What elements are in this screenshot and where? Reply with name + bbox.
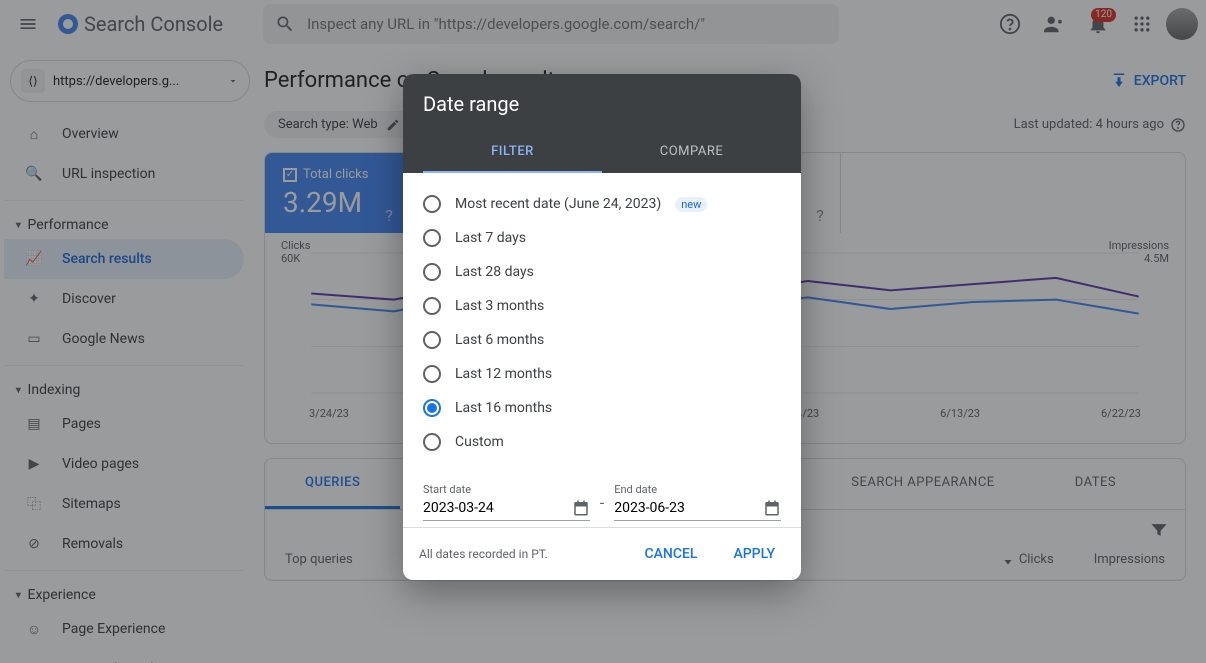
radio-icon bbox=[423, 433, 441, 451]
end-date-label: End date bbox=[614, 483, 781, 496]
radio-icon bbox=[423, 399, 441, 417]
date-range-dialog: Date range FILTER COMPARE Most recent da… bbox=[403, 74, 801, 580]
tab-filter[interactable]: FILTER bbox=[423, 132, 602, 173]
start-date-label: Start date bbox=[423, 483, 590, 496]
date-option-4[interactable]: Last 6 months bbox=[423, 323, 781, 357]
date-option-2[interactable]: Last 28 days bbox=[423, 255, 781, 289]
apply-button[interactable]: APPLY bbox=[723, 538, 785, 570]
radio-icon bbox=[423, 195, 441, 213]
radio-icon bbox=[423, 263, 441, 281]
date-option-6[interactable]: Last 16 months bbox=[423, 391, 781, 425]
radio-icon bbox=[423, 365, 441, 383]
date-option-5[interactable]: Last 12 months bbox=[423, 357, 781, 391]
end-date-input[interactable] bbox=[614, 496, 781, 521]
tab-compare[interactable]: COMPARE bbox=[602, 132, 781, 173]
date-option-1[interactable]: Last 7 days bbox=[423, 221, 781, 255]
dialog-title: Date range bbox=[423, 92, 781, 116]
calendar-icon[interactable] bbox=[763, 499, 781, 517]
radio-icon bbox=[423, 229, 441, 247]
dash-separator: - bbox=[600, 493, 604, 512]
date-option-3[interactable]: Last 3 months bbox=[423, 289, 781, 323]
radio-icon bbox=[423, 297, 441, 315]
date-option-0[interactable]: Most recent date (June 24, 2023)new bbox=[423, 187, 781, 221]
radio-icon bbox=[423, 331, 441, 349]
cancel-button[interactable]: CANCEL bbox=[635, 538, 708, 570]
date-option-7[interactable]: Custom bbox=[423, 425, 781, 459]
start-date-input[interactable] bbox=[423, 496, 590, 521]
timezone-note: All dates recorded in PT. bbox=[419, 547, 548, 561]
calendar-icon[interactable] bbox=[572, 499, 590, 517]
new-badge: new bbox=[675, 197, 707, 212]
